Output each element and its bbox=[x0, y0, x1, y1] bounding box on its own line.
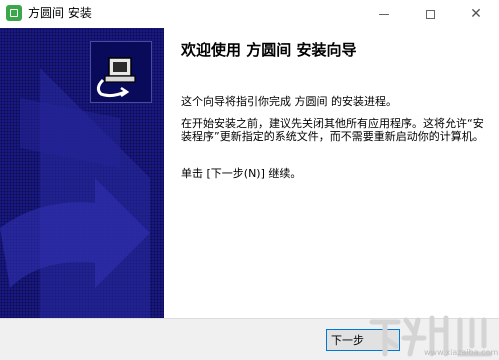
title-bar: 方圆间 安装 ✕ bbox=[0, 0, 499, 28]
minimize-icon bbox=[379, 13, 389, 15]
installer-computer-icon bbox=[96, 57, 136, 98]
close-icon: ✕ bbox=[470, 6, 482, 22]
welcome-panel: 欢迎使用 方圆间 安装向导 这个向导将指引你完成 方圆间 的安装进程。 在开始安… bbox=[164, 28, 499, 318]
installer-sidebar-banner bbox=[0, 28, 164, 318]
welcome-heading: 欢迎使用 方圆间 安装向导 bbox=[181, 41, 357, 59]
maximize-button[interactable] bbox=[407, 0, 453, 28]
window-title: 方圆间 安装 bbox=[28, 6, 92, 20]
close-apps-advice-text: 在开始安装之前，建议先关闭其他所有应用程序。这将允许“安装程序”更新指定的系统文… bbox=[181, 117, 484, 143]
maximize-icon bbox=[425, 9, 435, 19]
continue-instruction-text: 单击 [下一步(N)] 继续。 bbox=[181, 167, 302, 180]
intro-text: 这个向导将指引你完成 方圆间 的安装进程。 bbox=[181, 95, 397, 108]
close-button[interactable]: ✕ bbox=[453, 0, 499, 28]
watermark-url: www.xiazaiba.com bbox=[424, 348, 499, 357]
app-icon bbox=[6, 5, 22, 21]
minimize-button[interactable] bbox=[361, 0, 407, 28]
installer-logo bbox=[90, 41, 152, 103]
